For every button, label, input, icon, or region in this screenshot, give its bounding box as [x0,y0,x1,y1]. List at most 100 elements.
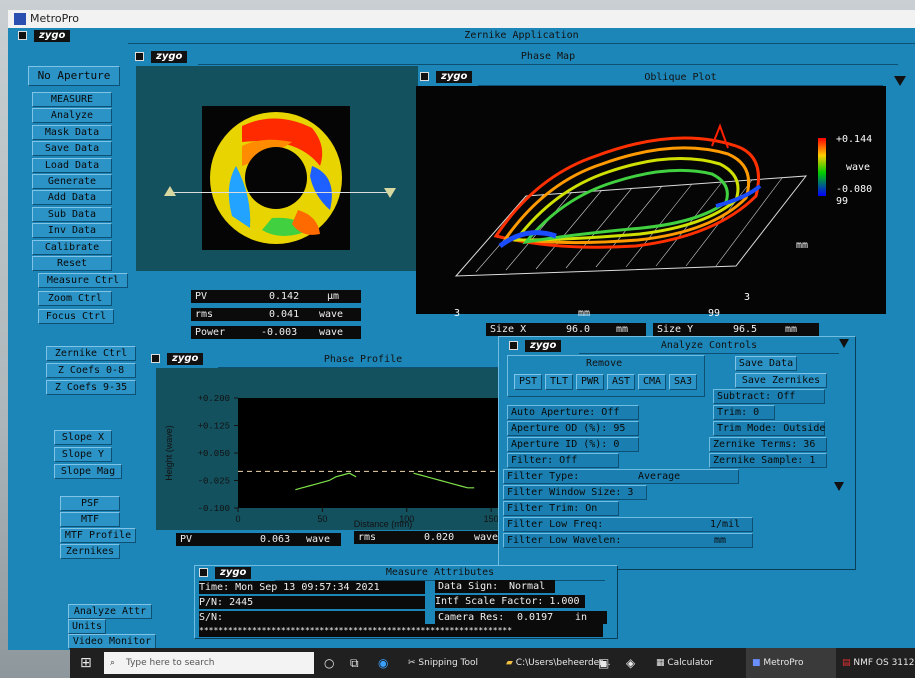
sidebar-buttons-button[interactable]: Generate [32,174,112,189]
sidebar-buttons-button[interactable]: Sub Data [32,206,112,222]
sidebar-buttons-button[interactable]: Reset [32,256,112,271]
remove-option-button[interactable]: PWR [576,374,604,390]
filter-type-control[interactable]: Filter Type: Average [503,469,739,484]
filter-trim-control[interactable]: Filter Trim: On [503,501,619,516]
zernike-sample-control[interactable]: Zernike Sample: 1 [709,453,827,468]
remove-option-button[interactable]: AST [607,374,635,390]
remove-option-button[interactable]: PST [514,374,542,390]
analyze-resize-icon[interactable] [839,339,849,348]
oblique-resize-icon[interactable] [894,76,906,86]
subtract-control[interactable]: Subtract: Off [713,389,825,404]
app-icon[interactable]: ◈ [626,648,635,678]
sidebar-buttons-button[interactable]: MEASURE [32,92,112,107]
profile-line[interactable] [170,192,392,193]
sidebar-zernike-button[interactable]: Z Coefs 0-8 [46,363,136,378]
scale-min: -0.080 [836,184,873,195]
taskbar-nmf[interactable]: ▤ NMF OS 3112 [842,648,914,678]
taskbar-snipping-tool[interactable]: ✂ Snipping Tool [408,648,478,678]
camera-res-value: 0.0197 [517,612,554,623]
filter-control[interactable]: Filter: Off [507,453,619,468]
taskbar-metropro[interactable]: ■ MetroPro [746,648,836,678]
sidebar-buttons-button[interactable]: Calibrate [32,239,112,255]
scale-max: +0.144 [836,134,873,145]
profile-start-handle[interactable] [164,186,176,196]
oblique-zygo-logo: zygo [436,71,473,83]
edge-icon[interactable]: ◉ [378,648,388,678]
profile-view: +0.200 +0.125 +0.050 -0.025 -0.100 0 50 100 150 D… [156,368,508,530]
sidebar-zernike-button[interactable]: Z Coefs 9-35 [46,380,136,395]
size-y-value: 96.5 [733,324,758,335]
power-unit: wave [319,327,344,338]
sidebar-ctrls-button[interactable]: Focus Ctrl [38,309,114,324]
panel-resize-icon[interactable] [834,482,844,491]
sidebar-bottom-button[interactable]: Analyze Attr [68,604,152,619]
sidebar-buttons-button[interactable]: Mask Data [32,124,112,140]
remove-option-button[interactable]: TLT [545,374,573,390]
sidebar-buttons-button[interactable]: Inv Data [32,223,112,239]
save-zernikes-button[interactable]: Save Zernikes [735,373,827,388]
sidebar-slope-button[interactable]: Slope Y [54,447,112,462]
auto-aperture-control[interactable]: Auto Aperture: Off [507,405,639,420]
aperture-od-control[interactable]: Aperture OD (%): 95 [507,421,639,436]
store-icon[interactable]: ▣ [598,648,609,678]
calculator-icon: ▦ [656,658,668,668]
profile-menu-icon[interactable] [151,354,160,363]
sidebar-ctrls-button[interactable]: Measure Ctrl [38,273,128,288]
pv-label: PV [195,291,208,302]
x-axis-unit: mm [578,308,591,319]
profile-pv-value: 0.063 [260,534,291,545]
analyze-zygo-logo: zygo [525,340,562,352]
sidebar-misc-button[interactable]: MTF Profile [60,528,136,543]
sidebar-misc-button[interactable]: PSF [60,496,120,511]
x-tick-label: 50 [317,514,327,524]
filter-low-wavelen-label: Filter Low Wavelen: [507,535,622,546]
search-placeholder: Type here to search [126,658,215,668]
attributes-menu-icon[interactable] [199,568,208,577]
sidebar-buttons-button[interactable]: Add Data [32,190,112,206]
profile-end-handle[interactable] [384,188,396,198]
filter-low-freq-control[interactable]: Filter Low Freq: 1/mil [503,517,753,532]
sidebar-buttons-button[interactable]: Analyze [32,108,112,124]
y-tick-label: -0.100 [198,504,230,514]
menu-square-icon[interactable] [18,31,27,40]
sidebar-bottom-button[interactable]: Video Monitor [68,634,156,649]
remove-option-button[interactable]: SA3 [669,374,697,390]
phase-map-menu-icon[interactable] [135,52,144,61]
sidebar-buttons-button[interactable]: Save Data [32,141,112,157]
filter-window-control[interactable]: Filter Window Size: 3 [503,485,647,500]
trim-mode-control[interactable]: Trim Mode: Outside [713,421,825,436]
sidebar-misc-button[interactable]: MTF [60,512,120,527]
profile-chart: +0.200+0.125+0.050-0.025-0.1000 50 100 150D… [164,394,508,529]
filter-low-wavelen-control[interactable]: Filter Low Wavelen: mm [503,533,753,548]
zygo-logo: zygo [34,30,71,42]
camera-res-label: Camera Res: [438,612,505,623]
remove-option-button[interactable]: CMA [638,374,666,390]
aperture-id-control[interactable]: Aperture ID (%): 0 [507,437,639,452]
attributes-stars: ****************************************… [199,624,603,637]
sidebar-slope-button[interactable]: Slope X [54,430,112,445]
taskbar-calculator[interactable]: ▦ Calculator [656,648,713,678]
task-view-icon[interactable]: ○ [324,648,334,678]
taskbar-search[interactable]: ⌕ Type here to search [104,652,314,674]
pv-unit: µm [327,291,340,302]
sidebar-slope-button[interactable]: Slope Mag [54,464,122,479]
oblique-menu-icon[interactable] [420,72,429,81]
sidebar-zernike-button[interactable]: Zernike Ctrl [46,346,136,361]
zernike-application: zygo Zernike Application No Aperture MEA… [8,28,915,650]
sidebar-buttons-button[interactable]: Load Data [32,157,112,173]
taskbar-explorer[interactable]: ▰ C:\Users\beheerder... [506,648,611,678]
zernike-terms-control[interactable]: Zernike Terms: 36 [709,437,827,452]
widgets-icon[interactable]: ⧉ [350,648,359,678]
window-titlebar: MetroPro [8,10,915,28]
y-tick-label: +0.125 [198,422,230,432]
sidebar-ctrls-button[interactable]: Zoom Ctrl [38,291,112,306]
analyze-menu-icon[interactable] [509,341,518,350]
trim-control[interactable]: Trim: 0 [713,405,775,420]
sidebar-misc-button[interactable]: Zernikes [60,544,120,559]
camera-res-field: Camera Res: 0.0197 in [435,611,607,624]
sidebar-bottom-button[interactable]: Units [68,619,106,634]
aperture-button[interactable]: No Aperture [28,66,120,86]
save-data-button[interactable]: Save Data [735,356,797,371]
x-axis-min: 3 [454,308,461,319]
windows-start-icon[interactable]: ⊞ [80,648,92,678]
